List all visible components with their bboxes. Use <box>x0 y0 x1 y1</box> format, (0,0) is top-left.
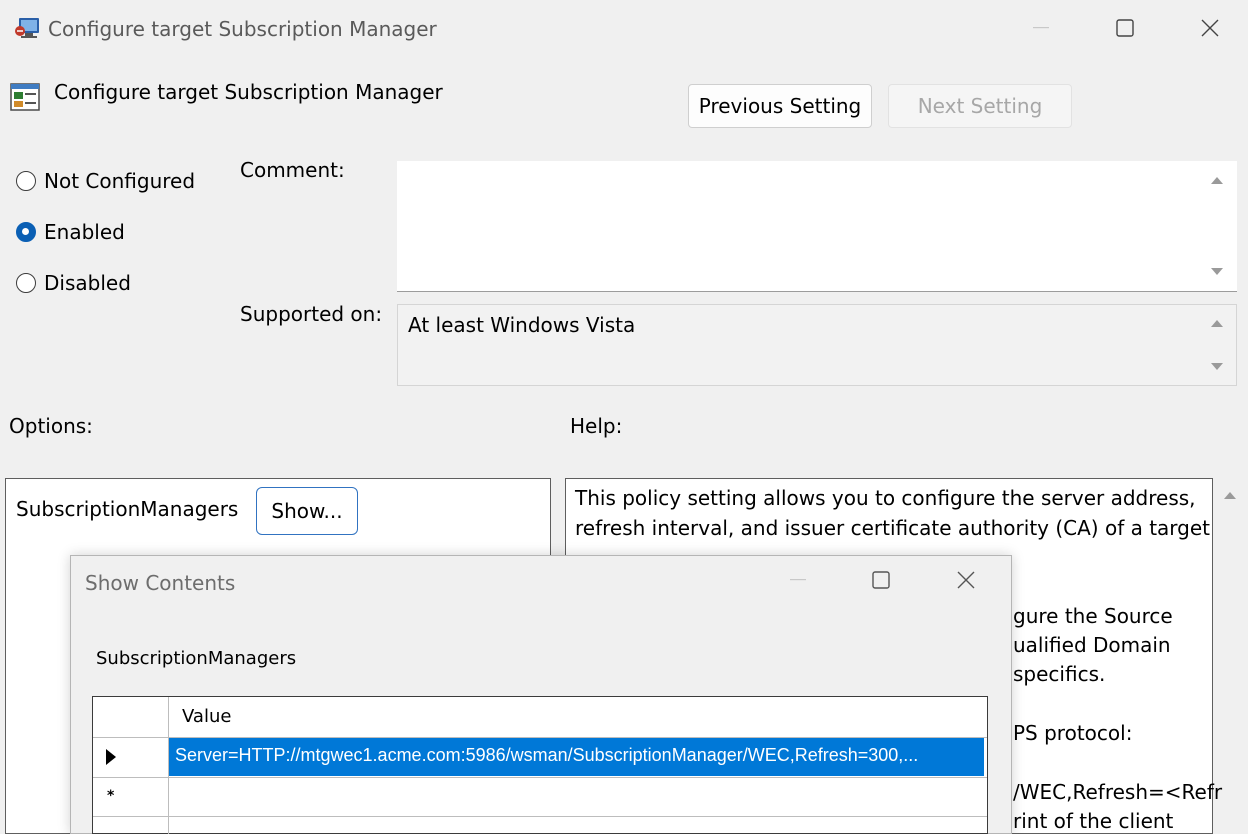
minimize-icon[interactable] <box>1018 10 1064 46</box>
comment-textarea[interactable] <box>397 161 1237 292</box>
minimize-icon[interactable] <box>775 562 821 598</box>
help-label: Help: <box>570 414 623 438</box>
radio-circle-checked[interactable] <box>16 222 36 242</box>
help-line: gure the Source <box>1013 604 1173 628</box>
dialog-list-label: SubscriptionManagers <box>96 648 297 669</box>
table-cell-value[interactable]: Server=HTTP://mtgwec1.acme.com:5986/wsma… <box>175 745 918 766</box>
supported-on-label: Supported on: <box>240 302 383 326</box>
new-row-indicator[interactable]: * <box>107 788 114 804</box>
subscription-managers-label: SubscriptionManagers <box>16 497 239 521</box>
scroll-up-icon[interactable] <box>1207 173 1227 187</box>
scroll-up-icon[interactable] <box>1220 488 1240 502</box>
maximize-icon[interactable] <box>858 562 904 598</box>
close-icon[interactable] <box>1187 10 1233 46</box>
policy-setting-icon <box>10 82 40 112</box>
grid-divider <box>93 816 987 817</box>
comment-label: Comment: <box>240 158 345 182</box>
maximize-icon[interactable] <box>1102 10 1148 46</box>
scroll-up-icon[interactable] <box>1207 316 1227 330</box>
previous-setting-button[interactable]: Previous Setting <box>688 84 872 128</box>
policy-window-icon <box>14 16 42 42</box>
help-line: /WEC,Refresh=<Refr <box>1013 780 1223 804</box>
radio-circle[interactable] <box>16 273 36 293</box>
window-title: Configure target Subscription Manager <box>48 17 437 41</box>
scroll-down-icon[interactable] <box>1207 265 1227 279</box>
radio-enabled[interactable]: Enabled <box>16 217 125 247</box>
dialog-title: Show Contents <box>85 571 236 595</box>
help-line: PS protocol: <box>1013 721 1133 745</box>
show-button[interactable]: Show... <box>256 487 358 535</box>
current-row-indicator-icon <box>106 749 116 765</box>
scroll-down-icon[interactable] <box>1207 360 1227 374</box>
help-line: This policy setting allows you to config… <box>575 486 1196 510</box>
help-line: specifics. <box>1013 662 1106 686</box>
value-column-header[interactable]: Value <box>182 706 231 727</box>
radio-not-configured[interactable]: Not Configured <box>16 166 195 196</box>
options-label: Options: <box>9 414 93 438</box>
close-icon[interactable] <box>943 562 989 598</box>
radio-label: Not Configured <box>44 169 196 193</box>
radio-label: Enabled <box>44 220 125 244</box>
help-line: rint of the client <box>1013 809 1174 833</box>
help-line: refresh interval, and issuer certificate… <box>575 516 1211 540</box>
radio-label: Disabled <box>44 271 131 295</box>
next-setting-button[interactable]: Next Setting <box>888 84 1072 128</box>
radio-disabled[interactable]: Disabled <box>16 268 131 298</box>
setting-title: Configure target Subscription Manager <box>54 80 443 104</box>
help-line: ualified Domain <box>1013 633 1171 657</box>
radio-circle[interactable] <box>16 171 36 191</box>
grid-divider <box>93 777 987 778</box>
supported-on-value: At least Windows Vista <box>408 313 636 337</box>
